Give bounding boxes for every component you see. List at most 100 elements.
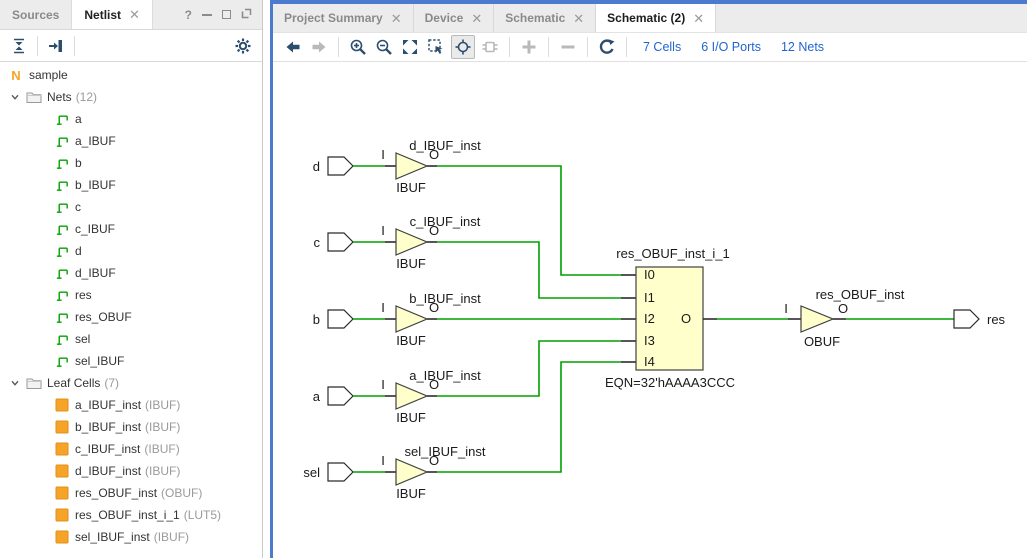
toolbar-separator: [587, 37, 588, 57]
tab-schematic[interactable]: Schematic ✕: [494, 4, 596, 32]
tree-group-nets[interactable]: Nets (12): [0, 86, 262, 108]
toolbar-separator: [338, 37, 339, 57]
zoom-in-button[interactable]: [347, 36, 369, 58]
tab-project-summary[interactable]: Project Summary ✕: [273, 4, 414, 32]
collapse-all-icon: [10, 37, 28, 55]
tab-schematic-2[interactable]: Schematic (2) ✕: [596, 4, 716, 32]
folder-icon: [26, 89, 42, 105]
zoom-out-button[interactable]: [373, 36, 395, 58]
tree-net-item[interactable]: c: [0, 196, 262, 218]
close-icon[interactable]: ✕: [693, 12, 704, 25]
settings-button[interactable]: [232, 35, 254, 57]
schematic-canvas[interactable]: d I O d_IBUF_inst IBUF c: [273, 62, 1027, 558]
forward-button[interactable]: [308, 36, 330, 58]
regenerate-button[interactable]: [596, 36, 618, 58]
zoom-to-selection-button[interactable]: [425, 36, 447, 58]
ibuf-d-group: d I O d_IBUF_inst IBUF: [313, 138, 636, 275]
tab-netlist[interactable]: Netlist ✕: [72, 0, 153, 29]
net-wire[interactable]: [437, 242, 621, 298]
obuf-symbol[interactable]: [801, 306, 833, 332]
tree-root-sample[interactable]: N sample: [0, 64, 262, 86]
tree-cell-item[interactable]: b_IBUF_inst(IBUF): [0, 416, 262, 438]
expand-cone-button[interactable]: [479, 36, 501, 58]
net-icon: [54, 331, 70, 347]
schematic-panel: Project Summary ✕ Device ✕ Schematic ✕ S…: [270, 0, 1027, 558]
input-port-symbol[interactable]: [328, 310, 353, 328]
cell-type-label: IBUF: [396, 333, 426, 348]
input-port-symbol[interactable]: [328, 463, 353, 481]
cells-link[interactable]: 7 Cells: [643, 40, 681, 54]
instance-label: res_OBUF_inst_i_1: [616, 246, 729, 261]
cell-icon: [54, 441, 70, 457]
nets-link[interactable]: 12 Nets: [781, 40, 824, 54]
io-ports-link[interactable]: 6 I/O Ports: [701, 40, 761, 54]
cell-icon: [54, 485, 70, 501]
tab-device[interactable]: Device ✕: [414, 4, 495, 32]
maximize-icon[interactable]: [222, 10, 231, 19]
tab-label: Project Summary: [284, 11, 383, 25]
net-icon: [54, 111, 70, 127]
close-icon[interactable]: ✕: [573, 12, 584, 25]
close-icon[interactable]: ✕: [471, 12, 482, 25]
back-button[interactable]: [282, 36, 304, 58]
forward-arrow-icon: [310, 38, 328, 56]
net-label: sel_IBUF: [75, 354, 124, 368]
tree-cell-item[interactable]: d_IBUF_inst(IBUF): [0, 460, 262, 482]
help-icon[interactable]: ?: [185, 9, 192, 21]
refresh-icon: [598, 38, 616, 56]
net-label: b: [75, 156, 82, 170]
close-icon[interactable]: ✕: [129, 8, 140, 21]
tree-cell-item[interactable]: c_IBUF_inst(IBUF): [0, 438, 262, 460]
input-port-symbol[interactable]: [328, 157, 353, 175]
tree-net-item[interactable]: sel_IBUF: [0, 350, 262, 372]
remove-button[interactable]: [557, 36, 579, 58]
add-button[interactable]: [518, 36, 540, 58]
minimize-icon[interactable]: [202, 13, 212, 16]
output-port-symbol[interactable]: [954, 310, 979, 328]
tree-cell-item[interactable]: res_OBUF_inst(OBUF): [0, 482, 262, 504]
autofit-selection-toggle[interactable]: [451, 35, 475, 59]
net-icon: [54, 199, 70, 215]
tree-net-item[interactable]: a_IBUF: [0, 130, 262, 152]
tree-group-leaf-cells[interactable]: Leaf Cells (7): [0, 372, 262, 394]
tree-net-item[interactable]: b: [0, 152, 262, 174]
lut5-group: res_OBUF_inst_i_1 I0 I1 I2 I3 I4 O EQN=3…: [605, 246, 735, 390]
tree-net-item[interactable]: d_IBUF: [0, 262, 262, 284]
tree-cell-item[interactable]: res_OBUF_inst_i_1(LUT5): [0, 504, 262, 526]
tree-net-item[interactable]: a: [0, 108, 262, 130]
tree-net-item[interactable]: c_IBUF: [0, 218, 262, 240]
scroll-to-selected-button[interactable]: [45, 35, 67, 57]
chevron-down-icon[interactable]: [8, 376, 22, 390]
close-icon[interactable]: ✕: [391, 12, 402, 25]
ibuf-symbol[interactable]: [396, 306, 427, 332]
zoom-fit-button[interactable]: [399, 36, 421, 58]
input-port-symbol[interactable]: [328, 387, 353, 405]
tree-net-item[interactable]: res_OBUF: [0, 306, 262, 328]
pin-in-label: I: [381, 300, 385, 315]
input-port-symbol[interactable]: [328, 233, 353, 251]
tab-sources[interactable]: Sources: [0, 0, 72, 29]
zoom-fit-icon: [401, 38, 419, 56]
ibuf-symbol[interactable]: [396, 229, 427, 255]
cell-icon: [54, 463, 70, 479]
netlist-panel: Sources Netlist ✕ ?: [0, 0, 263, 558]
cell-type-label: IBUF: [396, 410, 426, 425]
cell-label: res_OBUF_inst_i_1: [75, 508, 180, 522]
collapse-all-button[interactable]: [8, 35, 30, 57]
chevron-down-icon[interactable]: [8, 90, 22, 104]
float-icon[interactable]: [241, 8, 252, 21]
tree-net-item[interactable]: sel: [0, 328, 262, 350]
lut-pin-label: I1: [644, 290, 655, 305]
ibuf-symbol[interactable]: [396, 383, 427, 409]
tree-cell-item[interactable]: sel_IBUF_inst(IBUF): [0, 526, 262, 548]
tree-net-item[interactable]: b_IBUF: [0, 174, 262, 196]
ibuf-symbol[interactable]: [396, 459, 427, 485]
net-icon: [54, 155, 70, 171]
tree-cell-item[interactable]: a_IBUF_inst(IBUF): [0, 394, 262, 416]
cell-type-label: IBUF: [396, 180, 426, 195]
tree-net-item[interactable]: res: [0, 284, 262, 306]
cell-type: (IBUF): [145, 420, 180, 434]
ibuf-symbol[interactable]: [396, 153, 427, 179]
tree-net-item[interactable]: d: [0, 240, 262, 262]
zoom-out-icon: [375, 38, 393, 56]
